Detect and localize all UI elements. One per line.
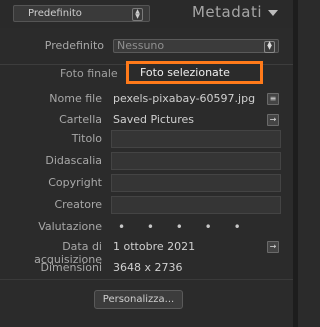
preset-dropdown-value: Predefinito	[28, 8, 82, 19]
capture-date-value: 1 ottobre 2021	[113, 240, 196, 253]
stepper-icon: ▲ ▼	[264, 41, 275, 53]
rating-stars[interactable]: • • • • •	[118, 220, 250, 234]
rating-label: Valutazione	[38, 220, 102, 233]
creator-label: Creatore	[54, 198, 102, 211]
customize-button[interactable]: Personalizza...	[94, 290, 183, 309]
folder-value: Saved Pictures	[113, 113, 195, 126]
preset-label: Predefinito	[44, 39, 104, 52]
go-to-folder-arrow-icon[interactable]: →	[267, 114, 279, 126]
filename-value[interactable]: pexels-pixabay-60597.jpg	[113, 92, 255, 105]
tab-selected-photos[interactable]: Foto selezionate	[126, 61, 263, 84]
metadata-preset-select[interactable]: Nessuno ▲ ▼	[113, 39, 279, 53]
metadata-preset-value: Nessuno	[117, 39, 165, 52]
copyright-label: Copyright	[48, 176, 102, 189]
caption-label: Didascalia	[45, 154, 102, 167]
title-label: Titolo	[71, 132, 102, 145]
copyright-field[interactable]	[111, 174, 281, 192]
list-icon[interactable]: ≡	[267, 93, 279, 105]
preset-dropdown[interactable]: Predefinito ▲ ▼	[13, 5, 150, 22]
capture-date-arrow-icon[interactable]: →	[267, 241, 279, 253]
folder-label: Cartella	[59, 113, 102, 126]
caption-field[interactable]	[111, 152, 281, 170]
tab-final-photo[interactable]: Foto finale	[60, 67, 118, 80]
title-field[interactable]	[111, 130, 281, 148]
scrollbar-track[interactable]	[293, 0, 298, 327]
stepper-icon: ▲ ▼	[132, 8, 143, 21]
footer-divider	[0, 279, 293, 280]
dimensions-value: 3648 x 2736	[113, 261, 183, 274]
panel-title: Metadati	[191, 3, 262, 21]
collapse-triangle-icon[interactable]	[268, 10, 278, 16]
dimensions-label: Dimensioni	[40, 261, 102, 274]
creator-field[interactable]	[111, 196, 281, 214]
filename-label: Nome file	[49, 92, 102, 105]
